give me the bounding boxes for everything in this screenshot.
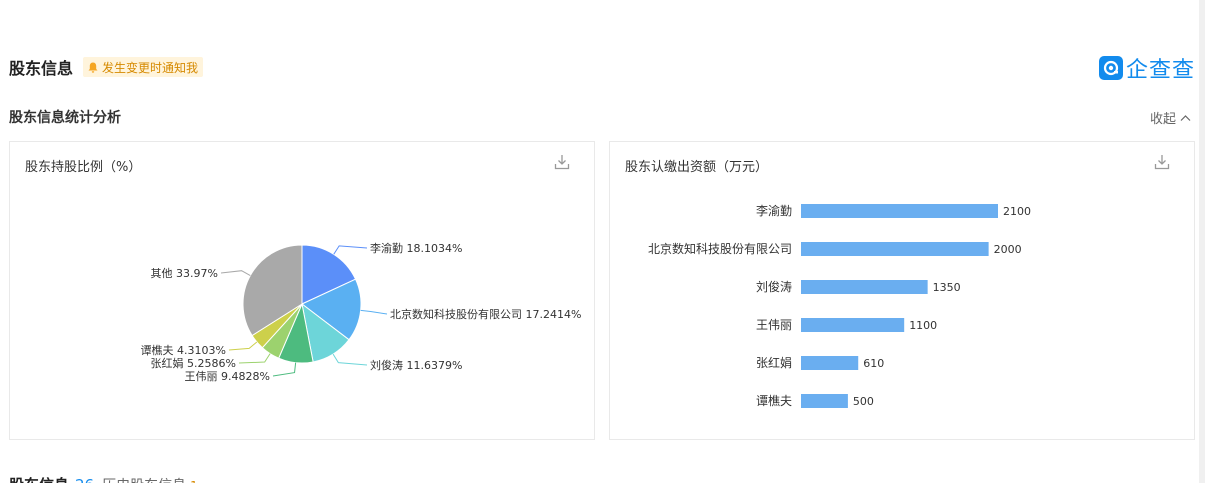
bar[interactable] <box>801 280 928 294</box>
bar-category-label: 张红娟 <box>756 355 792 370</box>
bar-value-label: 1350 <box>933 281 961 294</box>
section-header: 股东信息 发生变更时通知我 <box>9 55 204 79</box>
pie-label-line <box>272 362 297 377</box>
collapse-label: 收起 <box>1149 112 1176 127</box>
analysis-title: 股东信息统计分析 <box>9 110 121 126</box>
chevron-up-icon <box>1180 114 1191 121</box>
tab-history-count: 1 <box>190 479 198 483</box>
pie-label-line <box>332 353 368 366</box>
pie-label-line <box>333 245 368 255</box>
page-title: 股东信息 <box>9 59 74 78</box>
tab-shareholders-count: 26 <box>75 476 94 483</box>
bar[interactable] <box>801 356 859 370</box>
notify-button[interactable]: 发生变更时通知我 <box>83 57 204 77</box>
page: 股东信息 发生变更时通知我 企查查 股东信息统计分析 收起 股东持股比例（%） <box>0 0 1205 483</box>
tab-history-shareholders[interactable]: 历史股东信息 <box>102 475 186 483</box>
pie-label-line <box>228 341 258 351</box>
brand-name: 企查查 <box>1125 58 1195 83</box>
bar-chart-card: 股东认缴出资额（万元） 李渝勤 2100 北京数知科技股份有限公司 2000 刘俊涛 13… <box>609 141 1195 440</box>
pie-slice-label: 刘俊涛 11.6379% <box>370 358 462 372</box>
qcc-logo-icon <box>1098 56 1123 80</box>
pie-label-line <box>360 309 388 315</box>
bar[interactable] <box>801 394 848 408</box>
bar[interactable] <box>801 204 998 218</box>
bar-category-label: 北京数知科技股份有限公司 <box>648 241 792 256</box>
pie-slice-label: 李渝勤 18.1034% <box>370 241 462 255</box>
pie-chart-card: 股东持股比例（%） 李渝勤 18.1034% 北京数知科技股份有限公司 17.24… <box>9 141 595 440</box>
bar[interactable] <box>801 318 905 332</box>
bar-chart: 李渝勤 2100 北京数知科技股份有限公司 2000 刘俊涛 1350 王伟丽 1100 张红娟… <box>648 203 1031 408</box>
collapse-button[interactable]: 收起 <box>1150 108 1191 127</box>
scrollbar[interactable] <box>1199 0 1205 483</box>
bell-icon <box>88 62 98 73</box>
shareholder-tabs: 股东信息 26 历史股东信息 1 <box>9 474 198 483</box>
bar-category-label: 王伟丽 <box>756 318 792 332</box>
notify-label: 发生变更时通知我 <box>102 60 199 75</box>
bar-value-label: 610 <box>863 357 884 370</box>
pie-slice-label: 北京数知科技股份有限公司 17.2414% <box>390 307 581 321</box>
brand-logo: 企查查 <box>1098 52 1195 84</box>
pie-slice-label: 王伟丽 9.4828% <box>185 370 270 383</box>
tab-shareholders[interactable]: 股东信息 <box>9 474 69 483</box>
bar-category-label: 李渝勤 <box>756 203 792 218</box>
bar-value-label: 2100 <box>1003 205 1031 218</box>
pie-slice-label: 其他 33.97% <box>151 267 218 280</box>
pie-slice-label: 谭樵夫 4.3103% <box>141 343 226 357</box>
pie-chart: 李渝勤 18.1034% 北京数知科技股份有限公司 17.2414% 刘俊涛 11.… <box>141 241 582 383</box>
bar-value-label: 500 <box>853 395 874 408</box>
bar-category-label: 谭樵夫 <box>756 393 792 408</box>
pie-label-line <box>238 353 271 364</box>
bar-value-label: 1100 <box>909 319 937 332</box>
pie-label-line <box>220 270 251 276</box>
pie-slice-label: 张红娟 5.2586% <box>151 356 236 370</box>
bar[interactable] <box>801 242 989 256</box>
bar-value-label: 2000 <box>994 243 1022 256</box>
bar-category-label: 刘俊涛 <box>756 279 792 294</box>
